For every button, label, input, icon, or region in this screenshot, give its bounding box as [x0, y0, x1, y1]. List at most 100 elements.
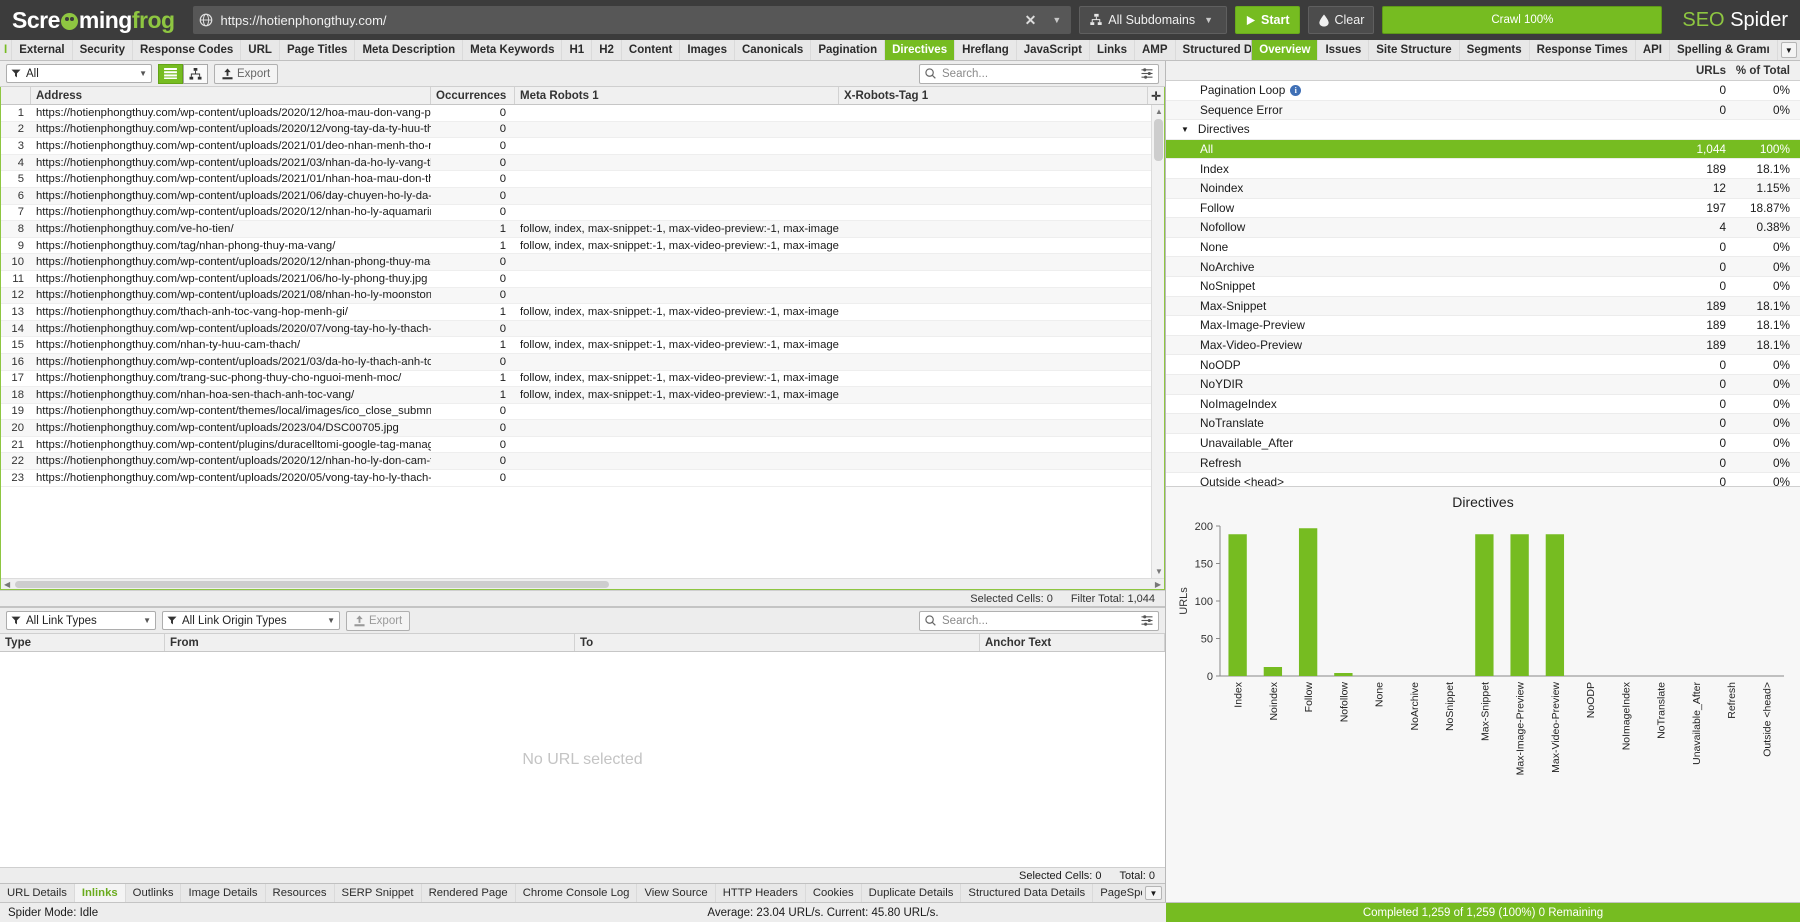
tab-i[interactable]: I — [0, 40, 13, 60]
overview-row[interactable]: All 1,044 100% — [1166, 139, 1800, 160]
start-button[interactable]: Start — [1235, 6, 1300, 34]
lower-tab-view-source[interactable]: View Source — [637, 884, 716, 902]
tab-directives[interactable]: Directives — [885, 40, 956, 60]
lower-tab-serp-snippet[interactable]: SERP Snippet — [335, 884, 422, 902]
filter-dropdown[interactable]: All ▼ — [6, 64, 152, 83]
col-header-meta-robots[interactable]: Meta Robots 1 — [515, 87, 839, 104]
table-row[interactable]: 20 https://hotienphongthuy.com/wp-content… — [1, 420, 1164, 437]
subdomains-selector[interactable]: All Subdomains ▼ — [1079, 6, 1228, 34]
lower-tab-pagespeed-details[interactable]: PageSpeed Details — [1093, 884, 1142, 902]
table-horizontal-scroll-thumb[interactable] — [15, 581, 609, 588]
scroll-down-icon[interactable]: ▼ — [1155, 567, 1163, 576]
col-header-xrobots-tag[interactable]: X-Robots-Tag 1 — [839, 87, 1148, 104]
right-tabs-overflow-chevron-down-icon[interactable]: ▼ — [1780, 42, 1797, 58]
col-header-to[interactable]: To — [575, 634, 980, 651]
url-input-bar[interactable]: https://hotienphongthuy.com/ ✕ ▼ — [192, 6, 1072, 34]
overview-row[interactable]: Max-Image-Preview 189 18.1% — [1166, 316, 1800, 336]
table-vertical-scroll-thumb[interactable] — [1154, 119, 1163, 161]
table-row[interactable]: 6 https://hotienphongthuy.com/wp-content/… — [1, 187, 1164, 205]
tab-api[interactable]: API — [1636, 40, 1670, 60]
tab-response-times[interactable]: Response Times — [1530, 40, 1636, 60]
overview-row[interactable]: NoTranslate 0 0% — [1166, 414, 1800, 434]
table-row[interactable]: 4 https://hotienphongthuy.com/wp-content/… — [1, 154, 1164, 172]
link-origin-types-dropdown[interactable]: All Link Origin Types ▼ — [162, 611, 340, 630]
export-button[interactable]: Export — [214, 63, 279, 84]
tab-url[interactable]: URL — [241, 40, 280, 60]
overview-row[interactable]: Refresh 0 0% — [1166, 453, 1800, 473]
col-header-address[interactable]: Address — [31, 87, 431, 104]
tab-overview[interactable]: Overview — [1252, 40, 1319, 60]
table-row[interactable]: 21 https://hotienphongthuy.com/wp-content… — [1, 437, 1164, 454]
table-row[interactable]: 14 https://hotienphongthuy.com/wp-content… — [1, 320, 1164, 338]
tab-images[interactable]: Images — [680, 40, 735, 60]
url-history-chevron-down-icon[interactable]: ▼ — [1048, 15, 1065, 25]
clear-url-icon[interactable]: ✕ — [1021, 12, 1041, 29]
col-header-type[interactable]: Type — [0, 634, 165, 651]
lower-tab-chrome-console-log[interactable]: Chrome Console Log — [516, 884, 638, 902]
tab-meta-description[interactable]: Meta Description — [355, 40, 464, 60]
tab-spelling-gram[interactable]: Spelling & Gramı — [1670, 40, 1778, 60]
clear-button[interactable]: Clear — [1307, 6, 1375, 34]
filter-chevron-down-icon[interactable]: ▼ — [139, 69, 147, 78]
link-types-dropdown[interactable]: All Link Types ▼ — [6, 611, 156, 630]
tab-security[interactable]: Security — [73, 40, 133, 60]
table-row[interactable]: 9 https://hotienphongthuy.com/tag/nhan-ph… — [1, 238, 1164, 255]
table-row[interactable]: 22 https://hotienphongthuy.com/wp-content… — [1, 453, 1164, 471]
tab-hreflang[interactable]: Hreflang — [955, 40, 1017, 60]
table-row[interactable]: 1 https://hotienphongthuy.com/wp-content/… — [1, 105, 1164, 122]
link-origin-chevron-down-icon[interactable]: ▼ — [327, 616, 335, 625]
scroll-left-icon[interactable]: ◀ — [4, 580, 10, 589]
table-row[interactable]: 11 https://hotienphongthuy.com/wp-content… — [1, 271, 1164, 288]
lower-tab-inlinks[interactable]: Inlinks — [74, 884, 126, 902]
lower-search-box[interactable]: Search... — [919, 610, 1159, 631]
tab-content[interactable]: Content — [622, 40, 681, 60]
lower-tab-duplicate-details[interactable]: Duplicate Details — [862, 884, 962, 902]
table-vertical-scrollbar[interactable]: ▲ ▼ — [1151, 105, 1164, 578]
table-row[interactable]: 8 https://hotienphongthuy.com/ve-ho-tien/… — [1, 221, 1164, 238]
overview-row[interactable]: NoYDIR 0 0% — [1166, 374, 1800, 395]
tab-segments[interactable]: Segments — [1460, 40, 1530, 60]
tab-javascript[interactable]: JavaScript — [1017, 40, 1090, 60]
overview-row[interactable]: Nofollow 4 0.38% — [1166, 218, 1800, 238]
overview-row[interactable]: NoSnippet 0 0% — [1166, 277, 1800, 297]
tab-external[interactable]: External — [12, 40, 73, 60]
tab-links[interactable]: Links — [1090, 40, 1135, 60]
tab-meta-keywords[interactable]: Meta Keywords — [463, 40, 563, 60]
col-header-from[interactable]: From — [165, 634, 575, 651]
table-row[interactable]: 17 https://hotienphongthuy.com/trang-suc-… — [1, 371, 1164, 388]
overview-row[interactable]: None 0 0% — [1166, 238, 1800, 258]
table-row[interactable]: 12 https://hotienphongthuy.com/wp-content… — [1, 287, 1164, 305]
overview-row[interactable]: Outside <head> 0 0% — [1166, 473, 1800, 486]
url-value[interactable]: https://hotienphongthuy.com/ — [221, 13, 1013, 28]
tab-structured-data[interactable]: Structured Data — [1176, 40, 1252, 60]
overview-row[interactable]: NoImageIndex 0 0% — [1166, 395, 1800, 415]
scroll-right-icon[interactable]: ▶ — [1155, 580, 1161, 589]
lower-tab-url-details[interactable]: URL Details — [0, 884, 75, 902]
overview-row[interactable]: Sequence Error 0 0% — [1166, 100, 1800, 121]
table-row[interactable]: 15 https://hotienphongthuy.com/nhan-ty-hu… — [1, 337, 1164, 354]
lower-tab-http-headers[interactable]: HTTP Headers — [716, 884, 806, 902]
link-types-chevron-down-icon[interactable]: ▼ — [143, 616, 151, 625]
overview-row[interactable]: Index 189 18.1% — [1166, 159, 1800, 179]
expand-collapse-triangle-icon[interactable]: ▼ — [1181, 125, 1189, 134]
col-header-occurrences[interactable]: Occurrences — [431, 87, 515, 104]
table-row[interactable]: 7 https://hotienphongthuy.com/wp-content/… — [1, 205, 1164, 222]
overview-row[interactable]: NoArchive 0 0% — [1166, 257, 1800, 277]
lower-tab-image-details[interactable]: Image Details — [181, 884, 266, 902]
tab-pagination[interactable]: Pagination — [811, 40, 886, 60]
search-settings-icon[interactable] — [1141, 68, 1153, 79]
results-table-body[interactable]: 1 https://hotienphongthuy.com/wp-content/… — [1, 105, 1164, 578]
col-header-anchor-text[interactable]: Anchor Text — [980, 634, 1165, 651]
lower-tabs-overflow-chevron-down-icon[interactable]: ▼ — [1144, 886, 1162, 900]
column-chooser-icon[interactable]: ✛ — [1148, 87, 1164, 104]
lower-tab-rendered-page[interactable]: Rendered Page — [422, 884, 516, 902]
table-row[interactable]: 19 https://hotienphongthuy.com/wp-content… — [1, 404, 1164, 421]
table-search-box[interactable]: Search... — [919, 63, 1159, 84]
overview-row[interactable]: ▼ Directives — [1166, 120, 1800, 140]
list-view-button[interactable] — [158, 63, 183, 84]
overview-row[interactable]: Follow 197 18.87% — [1166, 199, 1800, 219]
tab-response-codes[interactable]: Response Codes — [133, 40, 242, 60]
table-horizontal-scrollbar[interactable]: ◀ ▶ — [1, 578, 1164, 589]
tree-view-button[interactable] — [183, 63, 208, 84]
overview-row[interactable]: NoODP 0 0% — [1166, 355, 1800, 375]
